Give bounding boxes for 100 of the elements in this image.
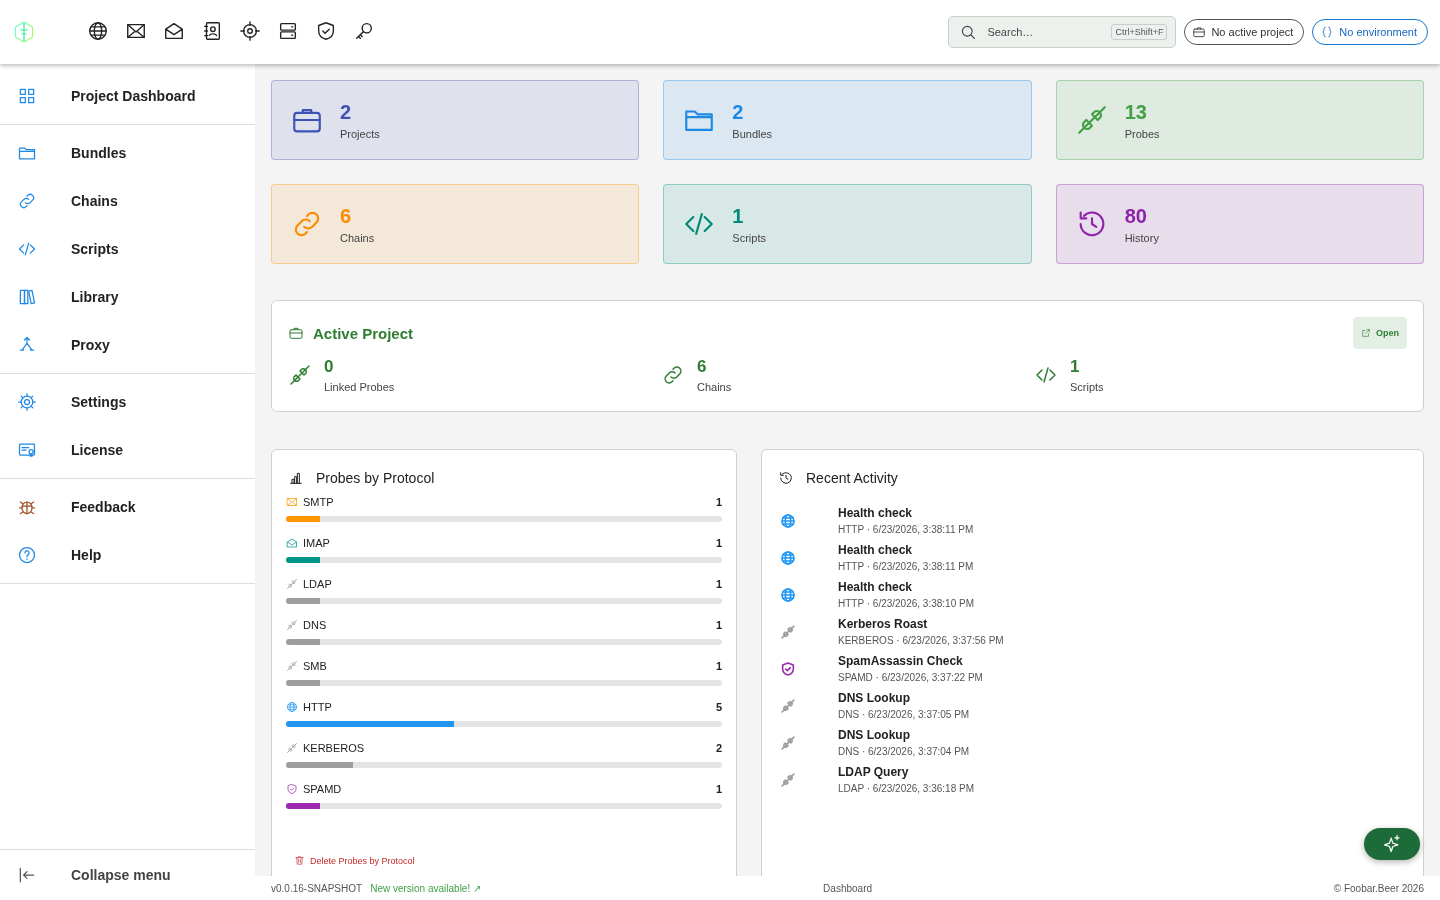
protocol-name: IMAP — [303, 537, 331, 549]
activity-item[interactable]: Health check HTTP · 6/23/2026, 3:38:10 PM — [776, 580, 1409, 609]
metric-label: Scripts — [1070, 381, 1104, 393]
stat-label: Chains — [340, 231, 375, 244]
stat-label: Scripts — [732, 231, 766, 244]
external-link-icon — [1361, 328, 1371, 338]
metric-label: Chains — [697, 381, 732, 393]
activity-item[interactable]: DNS Lookup DNS · 6/23/2026, 3:37:05 PM — [776, 691, 1409, 720]
target-icon[interactable] — [238, 20, 262, 44]
activity-item[interactable]: Kerberos Roast KERBEROS · 6/23/2026, 3:37:56 PM — [776, 617, 1409, 646]
stat-label: Bundles — [732, 127, 773, 140]
unplugged-icon — [286, 742, 298, 754]
sidebar-item[interactable]: Project Dashboard — [0, 72, 255, 120]
stat-value: 13 — [1124, 100, 1148, 124]
shortcut-hint: Ctrl+Shift+F — [1111, 24, 1168, 40]
panel-title: Probes by Protocol — [316, 470, 435, 486]
books-icon — [17, 287, 37, 307]
grid-icon — [17, 86, 37, 106]
sidebar-item[interactable]: License — [0, 426, 255, 474]
stat-card[interactable]: 2 Bundles — [663, 80, 1032, 160]
version-text: v0.0.16-SNAPSHOT — [271, 882, 363, 894]
trash-icon — [294, 855, 305, 866]
stat-card[interactable]: 80 History — [1055, 184, 1424, 264]
metric-value: 6 — [697, 357, 708, 377]
link-icon — [661, 363, 685, 387]
page-name: Dashboard — [822, 882, 874, 894]
stat-value: 2 — [340, 100, 353, 124]
activity-item[interactable]: Health check HTTP · 6/23/2026, 3:38:11 PM — [776, 543, 1409, 572]
unplugged-icon — [286, 660, 298, 672]
delete-link[interactable]: Delete Probes by Protocol — [294, 855, 415, 866]
assistant-button[interactable] — [1364, 828, 1420, 860]
briefcase-icon — [288, 325, 304, 341]
sidebar-item[interactable]: Bundles — [0, 129, 255, 177]
stat-card[interactable]: 2 Projects — [271, 80, 640, 160]
sparkle-icon — [1382, 834, 1402, 854]
stat-value: 1 — [732, 204, 745, 228]
activity-item[interactable]: Health check HTTP · 6/23/2026, 3:38:11 PM — [776, 506, 1409, 535]
metric-value: 0 — [324, 357, 335, 377]
settings-icon — [17, 392, 37, 412]
protocol-count: 2 — [715, 742, 722, 754]
update-link[interactable]: New version available! ↗ — [370, 882, 482, 894]
metric-value: 1 — [1070, 357, 1081, 377]
bar-chart-icon — [288, 470, 304, 486]
metric-label: Linked Probes — [324, 381, 395, 393]
protocol-name: SPAMD — [303, 783, 343, 795]
protocol-count: 1 — [715, 783, 722, 795]
shield-icon — [286, 783, 298, 795]
braces-icon — [1320, 25, 1335, 39]
open-envelope-icon — [286, 537, 298, 549]
envelope-icon — [286, 496, 298, 508]
unplugged-icon — [288, 363, 312, 387]
card-title: Active Project — [313, 324, 415, 342]
protocol-count: 1 — [715, 496, 722, 508]
help-icon — [17, 545, 37, 565]
protocol-count: 5 — [715, 701, 722, 713]
collapse-icon — [17, 865, 37, 885]
sidebar-item[interactable]: Library — [0, 273, 255, 321]
logo-icon — [12, 20, 36, 44]
stat-value: 80 — [1124, 204, 1148, 228]
activity-item[interactable]: DNS Lookup DNS · 6/23/2026, 3:37:04 PM — [776, 728, 1409, 757]
sidebar-item[interactable]: Help — [0, 531, 255, 579]
protocol-name: HTTP — [303, 701, 333, 713]
unplugged-icon — [286, 619, 298, 631]
search-field[interactable]: Search… Ctrl+Shift+F — [948, 16, 1177, 48]
protocol-count: 1 — [715, 578, 722, 590]
sidebar-item[interactable]: Settings — [0, 378, 255, 426]
search-icon — [959, 23, 978, 41]
stat-value: 2 — [732, 100, 745, 124]
stat-label: Probes — [1124, 127, 1160, 140]
protocol-name: DNS — [303, 619, 328, 631]
sidebar-item[interactable]: Feedback — [0, 483, 255, 531]
globe-icon — [286, 701, 298, 713]
stat-card[interactable]: 13 Probes — [1055, 80, 1424, 160]
activity-item[interactable]: SpamAssassin Check SPAMD · 6/23/2026, 3:37:22 PM — [776, 654, 1409, 683]
panel-title: Recent Activity — [806, 470, 898, 486]
protocol-name: KERBEROS — [303, 742, 366, 754]
stat-card[interactable]: 1 Scripts — [663, 184, 1032, 264]
activity-item[interactable]: LDAP Query LDAP · 6/23/2026, 3:36:18 PM — [776, 765, 1409, 794]
sidebar-item[interactable]: Proxy — [0, 321, 255, 369]
protocol-count: 1 — [715, 537, 722, 549]
protocol-count: 1 — [715, 619, 722, 631]
protocol-name: SMB — [303, 660, 328, 672]
history-icon — [778, 470, 794, 486]
stat-card[interactable]: 6 Chains — [271, 184, 640, 264]
protocol-name: SMTP — [303, 496, 335, 508]
protocol-count: 1 — [715, 660, 722, 672]
link-icon — [17, 191, 37, 211]
search-input[interactable]: Search… — [985, 25, 1112, 39]
open-button[interactable]: Open — [1353, 317, 1407, 349]
sidebar-item[interactable]: Chains — [0, 177, 255, 225]
stat-label: History — [1124, 231, 1159, 244]
project-chip[interactable]: No active project — [1184, 19, 1305, 45]
briefcase-icon — [1192, 25, 1207, 39]
sidebar-item[interactable]: Scripts — [0, 225, 255, 273]
copyright-text: © Foobar.Beer 2026 — [1333, 882, 1424, 894]
environment-chip[interactable]: No environment — [1312, 19, 1428, 45]
stat-value: 6 — [340, 204, 353, 228]
stat-label: Projects — [340, 127, 380, 140]
protocol-name: LDAP — [303, 578, 333, 590]
unplugged-icon — [286, 578, 298, 590]
